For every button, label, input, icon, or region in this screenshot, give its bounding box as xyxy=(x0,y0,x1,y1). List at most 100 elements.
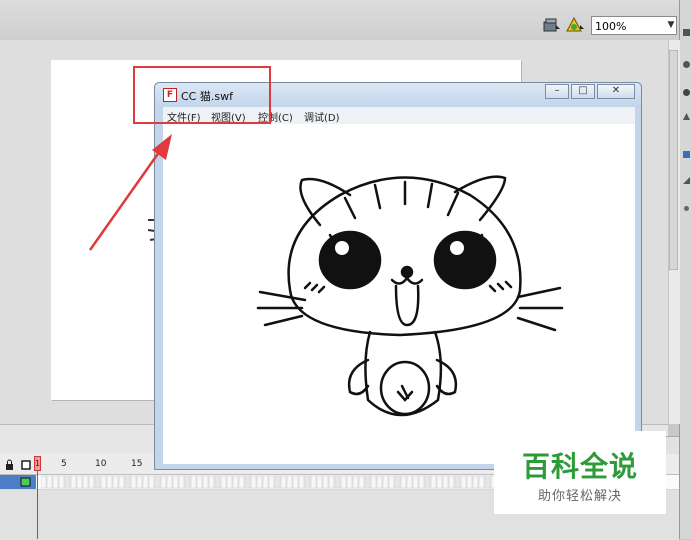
annotation-highlight-box xyxy=(133,66,271,124)
frame-cell[interactable] xyxy=(112,475,119,489)
frame-cell[interactable] xyxy=(148,475,155,489)
frame-cell[interactable] xyxy=(430,475,437,489)
frame-cell[interactable] xyxy=(346,475,353,489)
frame-cell[interactable] xyxy=(304,475,311,489)
frame-cell[interactable] xyxy=(274,475,281,489)
frame-cell[interactable] xyxy=(52,475,59,489)
frame-cell[interactable] xyxy=(484,475,491,489)
frame-cell[interactable] xyxy=(268,475,275,489)
frame-cell[interactable] xyxy=(472,475,479,489)
frame-cell[interactable] xyxy=(232,475,239,489)
frame-cell[interactable] xyxy=(280,475,287,489)
frame-cell[interactable] xyxy=(226,475,233,489)
frame-cell[interactable] xyxy=(310,475,317,489)
frame-cell[interactable] xyxy=(220,475,227,489)
frame-cell[interactable] xyxy=(178,475,185,489)
timeline-header xyxy=(0,436,160,455)
frame-cell[interactable] xyxy=(94,475,101,489)
frame-cell[interactable] xyxy=(328,475,335,489)
frame-cell[interactable] xyxy=(118,475,125,489)
frame-cell[interactable] xyxy=(64,475,71,489)
frame-cell[interactable] xyxy=(244,475,251,489)
frame-cell[interactable] xyxy=(364,475,371,489)
maximize-button[interactable]: □ xyxy=(571,84,595,99)
frame-cell[interactable] xyxy=(88,475,95,489)
frame-cell[interactable] xyxy=(184,475,191,489)
frame-cell[interactable] xyxy=(460,475,467,489)
frame-cell[interactable] xyxy=(160,475,167,489)
frame-cell[interactable] xyxy=(250,475,257,489)
frame-cell[interactable] xyxy=(412,475,419,489)
frame-cell[interactable] xyxy=(442,475,449,489)
watermark-subtitle: 助你轻松解决 xyxy=(537,489,622,504)
frame-cell[interactable] xyxy=(124,475,131,489)
frame-cell[interactable] xyxy=(208,475,215,489)
playhead-line xyxy=(37,471,38,539)
frame-cell[interactable] xyxy=(70,475,77,489)
frame-cell[interactable] xyxy=(418,475,425,489)
frame-cell[interactable] xyxy=(106,475,113,489)
frame-cell[interactable] xyxy=(454,475,461,489)
frame-cell[interactable] xyxy=(352,475,359,489)
frame-cell[interactable] xyxy=(322,475,329,489)
frame-cell[interactable] xyxy=(46,475,53,489)
zoom-select[interactable]: 100% xyxy=(591,16,677,35)
chevron-down-icon[interactable]: ▼ xyxy=(666,17,676,34)
frame-cell[interactable] xyxy=(382,475,389,489)
frame-cell[interactable] xyxy=(190,475,197,489)
frame-cell[interactable] xyxy=(256,475,263,489)
tool-icon[interactable] xyxy=(682,28,691,37)
frame-cell[interactable] xyxy=(41,475,47,489)
frame-cell[interactable] xyxy=(292,475,299,489)
layer-lock-icons[interactable] xyxy=(3,459,33,471)
frame-cell[interactable] xyxy=(154,475,161,489)
frame-cell[interactable] xyxy=(316,475,323,489)
frame-cell[interactable] xyxy=(388,475,395,489)
frame-cell[interactable] xyxy=(466,475,473,489)
edit-symbol-icon[interactable] xyxy=(566,17,584,33)
tool-icon[interactable] xyxy=(682,150,691,159)
frame-cell[interactable] xyxy=(424,475,431,489)
frame-cell[interactable] xyxy=(100,475,107,489)
frame-cell[interactable] xyxy=(370,475,377,489)
frame-cell[interactable] xyxy=(400,475,407,489)
frame-cell[interactable] xyxy=(298,475,305,489)
frame-cell[interactable] xyxy=(376,475,383,489)
minimize-button[interactable]: – xyxy=(545,84,569,99)
menu-debug[interactable]: 调试(D) xyxy=(304,109,340,124)
tool-icon[interactable] xyxy=(682,60,691,69)
scrollbar-thumb[interactable] xyxy=(669,50,678,270)
frame-cell[interactable] xyxy=(76,475,83,489)
tool-icon[interactable] xyxy=(682,88,691,97)
playhead[interactable]: 1 xyxy=(34,456,41,471)
frame-cell[interactable] xyxy=(238,475,245,489)
frame-cell[interactable] xyxy=(394,475,401,489)
frame-cell[interactable] xyxy=(478,475,485,489)
frame-cell[interactable] xyxy=(406,475,413,489)
frame-cell[interactable] xyxy=(142,475,149,489)
frame-cell[interactable] xyxy=(58,475,65,489)
edit-scene-icon[interactable] xyxy=(543,17,561,33)
frame-cell[interactable] xyxy=(136,475,143,489)
tool-icon[interactable] xyxy=(682,204,691,213)
close-button[interactable]: ✕ xyxy=(597,84,635,99)
toolbar xyxy=(0,0,692,41)
frame-cell[interactable] xyxy=(214,475,221,489)
tools-panel xyxy=(679,0,692,539)
frame-cell[interactable] xyxy=(130,475,137,489)
frame-cell[interactable] xyxy=(166,475,173,489)
frame-cell[interactable] xyxy=(172,475,179,489)
layer-outline-icon[interactable] xyxy=(20,477,32,487)
frame-cell[interactable] xyxy=(436,475,443,489)
frame-cell[interactable] xyxy=(286,475,293,489)
frame-cell[interactable] xyxy=(202,475,209,489)
frame-cell[interactable] xyxy=(340,475,347,489)
frame-cell[interactable] xyxy=(358,475,365,489)
tool-icon[interactable] xyxy=(682,112,691,121)
frame-cell[interactable] xyxy=(82,475,89,489)
frame-cell[interactable] xyxy=(196,475,203,489)
frame-cell[interactable] xyxy=(262,475,269,489)
frame-cell[interactable] xyxy=(448,475,455,489)
tool-icon[interactable] xyxy=(682,176,691,185)
frame-cell[interactable] xyxy=(334,475,341,489)
